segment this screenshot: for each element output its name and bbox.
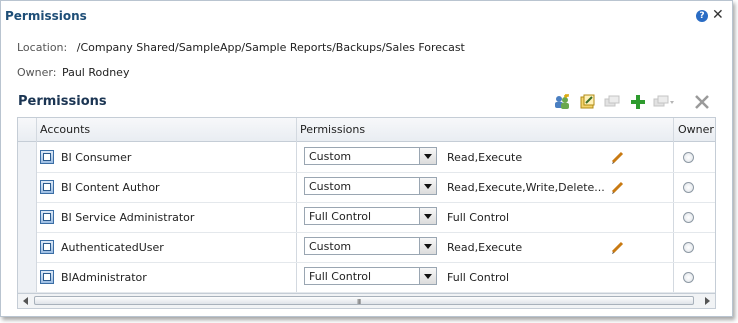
account-name: BIAdministrator — [61, 271, 147, 284]
scroll-thumb[interactable]: III — [34, 296, 694, 306]
account-icon — [40, 210, 54, 224]
row-selector[interactable] — [18, 232, 37, 262]
permission-select[interactable]: Custom — [304, 147, 437, 165]
delete-icon — [695, 95, 709, 109]
table-row[interactable]: BI Consumer Custom Read,Execute — [18, 142, 715, 173]
account-icon — [40, 270, 54, 284]
account-name: AuthenticatedUser — [61, 241, 164, 254]
add-users-roles-icon[interactable] — [553, 93, 571, 111]
owner-field: Owner: Paul Rodney — [17, 66, 129, 79]
table-row[interactable]: BI Service Administrator Full Control Fu… — [18, 202, 715, 233]
chevron-down-icon[interactable] — [419, 268, 436, 284]
row-selector[interactable] — [18, 172, 37, 202]
permissions-header[interactable]: Permissions — [300, 123, 365, 136]
location-value: /Company Shared/SampleApp/Sample Reports… — [76, 41, 465, 54]
table-row[interactable]: BIAdministrator Full Control Full Contro… — [18, 262, 715, 293]
edit-permissions-icon[interactable] — [579, 93, 597, 111]
scroll-right-icon[interactable] — [705, 297, 710, 305]
pencil-icon[interactable] — [610, 239, 626, 255]
chevron-down-icon[interactable] — [419, 178, 436, 194]
horizontal-scrollbar[interactable]: III — [18, 293, 715, 308]
permission-select[interactable]: Custom — [304, 177, 437, 195]
permissions-table: Accounts Permissions Owner BI Consumer C… — [17, 117, 716, 309]
owner-value: Paul Rodney — [61, 66, 130, 79]
owner-label: Owner: — [17, 66, 57, 79]
table-row[interactable]: AuthenticatedUser Custom Read,Execute — [18, 232, 715, 263]
table-row[interactable]: BI Content Author Custom Read,Execute,Wr… — [18, 172, 715, 203]
permission-detail: Read,Execute,Write,Delete... — [447, 181, 605, 194]
owner-radio[interactable] — [683, 152, 694, 163]
permissions-dialog: Permissions ? ✕ Location: /Company Share… — [0, 0, 733, 317]
account-icon — [40, 180, 54, 194]
close-icon[interactable]: ✕ — [712, 7, 724, 23]
pencil-icon[interactable] — [610, 149, 626, 165]
permissions-section-title: Permissions — [18, 94, 107, 109]
table-header: Accounts Permissions Owner — [18, 118, 715, 142]
owner-radio[interactable] — [683, 242, 694, 253]
account-icon — [40, 150, 54, 164]
account-name: BI Content Author — [61, 181, 160, 194]
help-icon[interactable]: ? — [696, 10, 708, 22]
owner-radio[interactable] — [683, 212, 694, 223]
account-name: BI Service Administrator — [61, 211, 195, 224]
row-selector[interactable] — [18, 142, 37, 172]
permission-detail: Read,Execute — [447, 151, 523, 164]
permission-select[interactable]: Full Control — [304, 207, 437, 225]
chevron-down-icon[interactable] — [419, 238, 436, 254]
chevron-down-icon[interactable] — [419, 148, 436, 164]
dialog-title: Permissions — [5, 9, 87, 23]
permission-select[interactable]: Custom — [304, 237, 437, 255]
owner-radio[interactable] — [683, 272, 694, 283]
row-selector[interactable] — [18, 262, 37, 292]
owner-header[interactable]: Owner — [678, 123, 714, 136]
pencil-icon[interactable] — [610, 179, 626, 195]
add-icon[interactable] — [629, 93, 647, 111]
location-field: Location: /Company Shared/SampleApp/Samp… — [17, 41, 465, 54]
copy-icon — [604, 95, 620, 107]
permission-detail: Full Control — [447, 211, 510, 224]
dialog-titlebar: Permissions ? ✕ — [1, 1, 732, 29]
permission-detail: Read,Execute — [447, 241, 523, 254]
owner-radio[interactable] — [683, 182, 694, 193]
location-label: Location: — [17, 41, 68, 54]
accounts-header[interactable]: Accounts — [40, 123, 90, 136]
menu-icon — [653, 95, 674, 107]
row-selector[interactable] — [18, 202, 37, 232]
account-name: BI Consumer — [61, 151, 132, 164]
permission-select[interactable]: Full Control — [304, 267, 437, 285]
account-icon — [40, 240, 54, 254]
scroll-left-icon[interactable] — [23, 297, 28, 305]
chevron-down-icon[interactable] — [419, 208, 436, 224]
permission-detail: Full Control — [447, 271, 510, 284]
